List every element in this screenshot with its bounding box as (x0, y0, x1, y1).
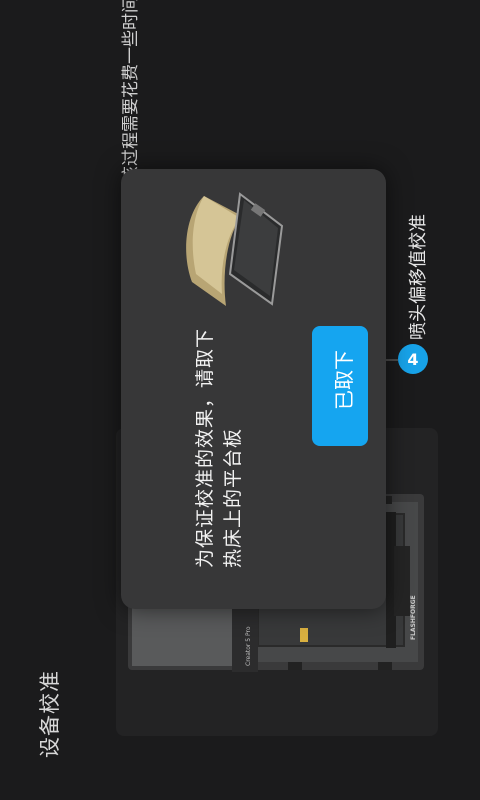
dialog-message-line1: 为保证校准的效果，请取下 (194, 327, 216, 568)
build-plate-illustration (186, 192, 284, 306)
step-label: 喷头偏移值校准 (408, 214, 429, 340)
confirm-removed-button[interactable]: 已取下 (312, 326, 368, 446)
page-title: 设备校准 (38, 670, 62, 758)
printer-brand-label: FLASHFORGE (410, 595, 417, 640)
step-number-badge: 4 (398, 344, 428, 374)
printer-model-label: Creator 5 Pro (245, 626, 252, 666)
confirm-button-label: 已取下 (334, 350, 356, 410)
dialog-message-line2: 热床上的平台板 (222, 427, 244, 568)
